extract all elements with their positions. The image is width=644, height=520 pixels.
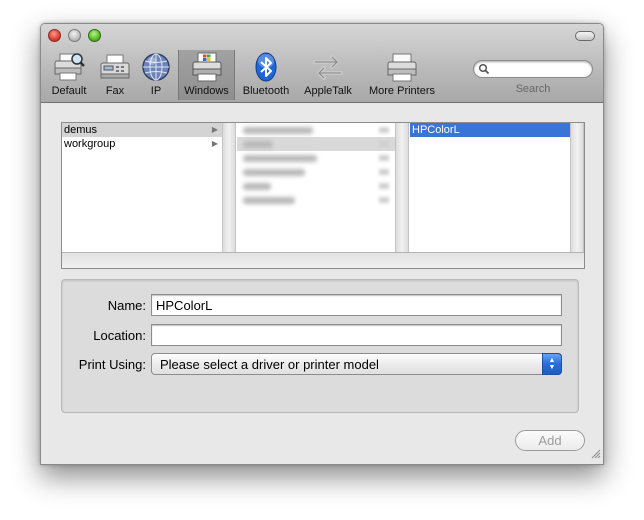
printer-browser: demus ▶ workgroup ▶ HPColorL <box>61 122 585 269</box>
list-item[interactable] <box>237 151 395 165</box>
search-label: Search <box>515 83 551 95</box>
bluetooth-icon <box>246 50 286 84</box>
search-field-group: Search <box>473 60 593 95</box>
windows-printer-icon <box>187 50 227 84</box>
toolbar-item-label: Windows <box>184 85 229 97</box>
appletalk-icon <box>308 50 348 84</box>
list-item-label: HPColorL <box>412 124 460 136</box>
toolbar-item-label: Default <box>51 85 87 97</box>
toolbar-item-default[interactable]: Default <box>49 50 89 100</box>
disclosure-arrow-icon: ▶ <box>211 139 218 148</box>
name-label: Name: <box>107 298 146 313</box>
list-item[interactable] <box>237 193 395 207</box>
printer-magnifier-icon <box>49 50 89 84</box>
list-item[interactable]: demus ▶ <box>62 123 222 137</box>
disclosure-arrow-icon: ▶ <box>211 125 218 134</box>
search-box[interactable] <box>473 60 593 78</box>
toolbar-item-windows[interactable]: Windows <box>178 50 235 100</box>
toolbar-item-ip[interactable]: IP <box>137 50 175 100</box>
fax-icon <box>95 50 135 84</box>
toolbar-item-bluetooth[interactable]: Bluetooth <box>238 50 294 100</box>
browser-column-printers: HPColorL <box>410 123 570 252</box>
toolbar-toggle-button[interactable] <box>575 31 595 41</box>
toolbar-item-label: IP <box>150 85 162 97</box>
list-item[interactable] <box>237 165 395 179</box>
print-using-label: Print Using: <box>78 357 146 372</box>
toolbar-item-more-printers[interactable]: More Printers <box>364 50 440 100</box>
close-window-button[interactable] <box>48 29 61 42</box>
browser-horizontal-scrollbar[interactable] <box>62 252 584 268</box>
name-field[interactable] <box>151 294 562 316</box>
toolbar-item-label: AppleTalk <box>304 85 352 97</box>
toolbar-item-fax[interactable]: Fax <box>97 50 133 100</box>
toolbar: Default Fax IP Windows Bluetooth AppleTa… <box>41 24 603 103</box>
browser-column-computers <box>237 123 395 252</box>
toolbar-item-label: Bluetooth <box>242 85 290 97</box>
add-button[interactable]: Add <box>515 430 585 451</box>
list-item[interactable]: workgroup ▶ <box>62 137 222 151</box>
printer-details-group: Name: Location: Print Using: Please sele… <box>61 279 579 413</box>
list-item-label: demus <box>64 124 98 136</box>
toolbar-item-label: Fax <box>105 85 125 97</box>
search-input[interactable] <box>492 62 588 76</box>
print-using-popup[interactable]: Please select a driver or printer model … <box>151 353 562 375</box>
print-using-value: Please select a driver or printer model <box>160 357 379 372</box>
column-scrollbar[interactable] <box>222 123 236 252</box>
name-row: Name: <box>62 294 578 316</box>
search-icon <box>478 63 490 78</box>
toolbar-item-appletalk[interactable]: AppleTalk <box>298 50 358 100</box>
location-field[interactable] <box>151 324 562 346</box>
window-controls <box>48 29 101 42</box>
browser-column-workgroups: demus ▶ workgroup ▶ <box>62 123 222 252</box>
resize-grip-icon[interactable] <box>590 448 601 462</box>
popup-stepper-icon: ▲ ▼ <box>542 353 562 375</box>
print-using-row: Print Using: Please select a driver or p… <box>62 353 578 375</box>
column-scrollbar[interactable] <box>395 123 409 252</box>
list-item[interactable] <box>237 179 395 193</box>
minimize-window-button[interactable] <box>68 29 81 42</box>
column-scrollbar[interactable] <box>570 123 584 252</box>
printer-icon <box>382 50 422 84</box>
location-label: Location: <box>93 328 146 343</box>
zoom-window-button[interactable] <box>88 29 101 42</box>
list-item[interactable]: HPColorL <box>410 123 570 137</box>
list-item-label: workgroup <box>64 138 116 150</box>
globe-icon <box>136 50 176 84</box>
location-row: Location: <box>62 324 578 346</box>
list-item[interactable] <box>237 123 395 137</box>
list-item[interactable] <box>237 137 395 151</box>
toolbar-item-label: More Printers <box>368 85 436 97</box>
add-printer-window: Default Fax IP Windows Bluetooth AppleTa… <box>40 23 604 465</box>
